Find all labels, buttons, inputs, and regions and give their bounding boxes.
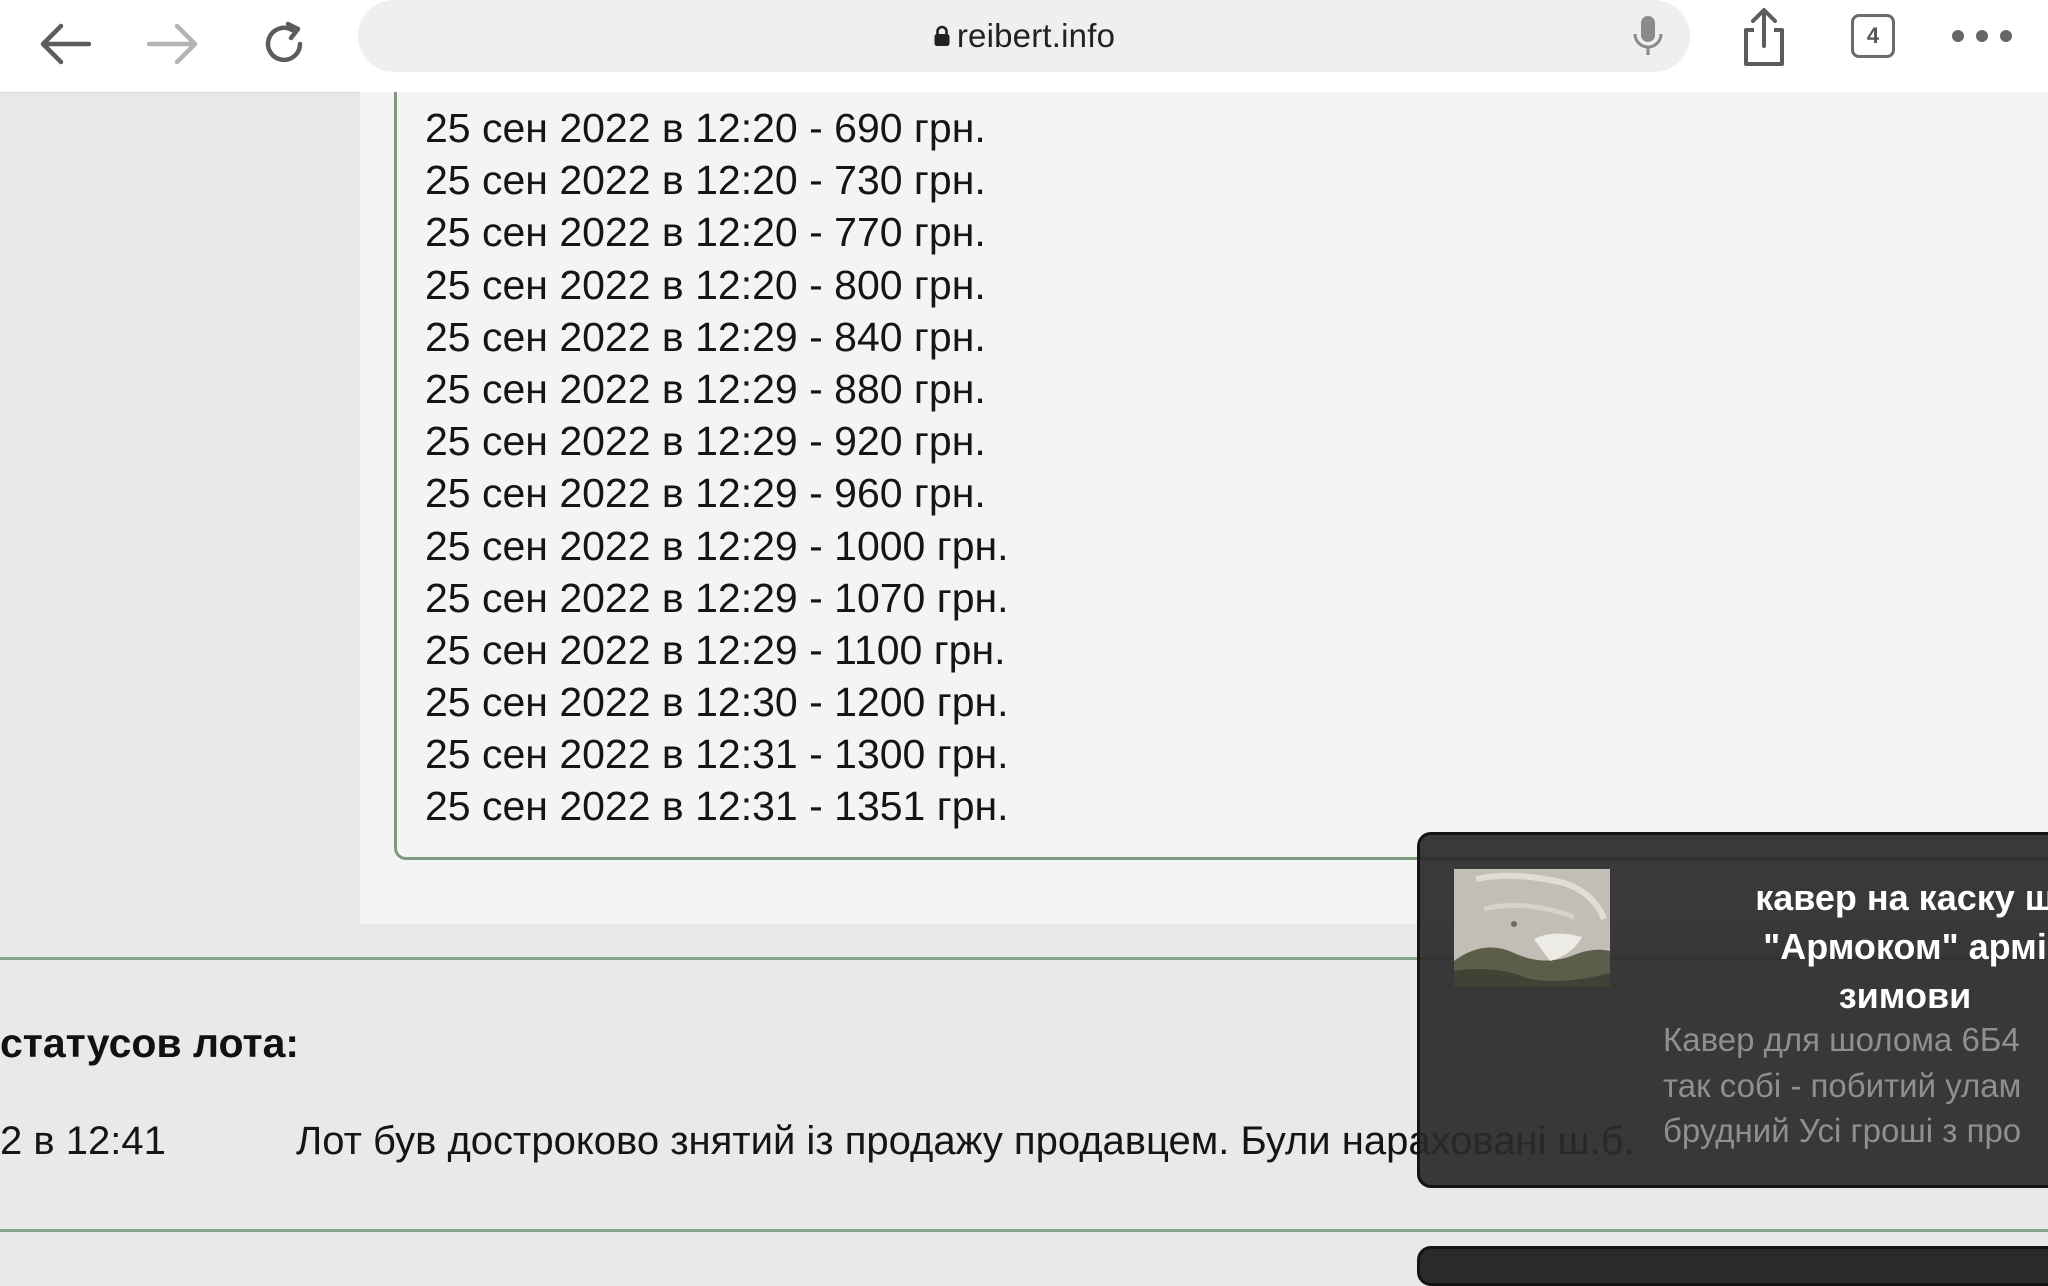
back-arrow-icon [40, 23, 91, 65]
product-description-line: брудний Усі гроші з про [1663, 1112, 2022, 1149]
lock-icon [934, 25, 950, 46]
section-divider [0, 1229, 2048, 1232]
bid-row: 25 сен 2022 в 12:30 - 1200 грн. [425, 679, 1009, 726]
bid-row: 25 сен 2022 в 12:29 - 960 грн. [425, 470, 986, 517]
product-title-line: "Армоком" армі [1763, 926, 2047, 967]
product-title: кавер на каску ш "Армоком" армі зимови [1625, 873, 2048, 1020]
forward-arrow-icon [147, 23, 198, 65]
bid-row: 25 сен 2022 в 12:20 - 770 грн. [425, 209, 986, 256]
lot-status-time: 2 в 12:41 [0, 1119, 166, 1163]
bid-row: 25 сен 2022 в 12:20 - 690 грн. [425, 105, 986, 151]
product-thumbnail [1454, 869, 1610, 987]
bid-row: 25 сен 2022 в 12:31 - 1300 грн. [425, 731, 1009, 778]
tab-count: 4 [1866, 23, 1880, 48]
product-description: Кавер для шолома 6Б4 так собі - побитий … [1663, 1017, 2021, 1154]
bid-row: 25 сен 2022 в 12:20 - 730 грн. [425, 157, 986, 204]
bid-history-list: 25 сен 2022 в 12:20 - 690 грн. 25 сен 20… [425, 102, 1009, 833]
bid-row: 25 сен 2022 в 12:29 - 1070 грн. [425, 574, 1009, 621]
lot-status-heading: статусов лота: [0, 1020, 300, 1066]
product-title-line: зимови [1838, 975, 1972, 1016]
product-title-line: кавер на каску ш [1755, 877, 2048, 918]
product-description-line: Кавер для шолома 6Б4 [1663, 1021, 2020, 1058]
back-button[interactable] [32, 12, 96, 76]
bid-row: 25 сен 2022 в 12:29 - 880 грн. [425, 365, 986, 412]
forward-button[interactable] [142, 12, 206, 76]
url-text: reibert.info [956, 17, 1116, 54]
reload-button[interactable] [252, 12, 316, 76]
bid-row: 25 сен 2022 в 12:29 - 1000 грн. [425, 522, 1009, 569]
tabs-button[interactable]: 4 [1851, 14, 1895, 58]
bid-row: 25 сен 2022 в 12:29 - 840 грн. [425, 313, 986, 360]
bid-row: 25 сен 2022 в 12:20 - 800 грн. [425, 261, 986, 308]
bid-row: 25 сен 2022 в 12:29 - 920 грн. [425, 418, 986, 465]
microphone-icon[interactable] [1628, 14, 1668, 58]
browser-toolbar: reibert.info 4 [0, 0, 2048, 93]
address-bar[interactable]: reibert.info [358, 0, 1690, 72]
product-description-line: так собі - побитий улам [1663, 1066, 2022, 1104]
product-preview-card-next[interactable] [1417, 1246, 2048, 1286]
product-preview-card[interactable]: кавер на каску ш "Армоком" армі зимови К… [1417, 832, 2048, 1188]
bid-row: 25 сен 2022 в 12:29 - 1100 грн. [425, 626, 1006, 673]
reload-icon [265, 21, 303, 63]
more-icon[interactable] [1952, 18, 2012, 54]
bid-row: 25 сен 2022 в 12:31 - 1351 грн. [425, 783, 1009, 830]
share-icon[interactable] [1732, 6, 1796, 70]
